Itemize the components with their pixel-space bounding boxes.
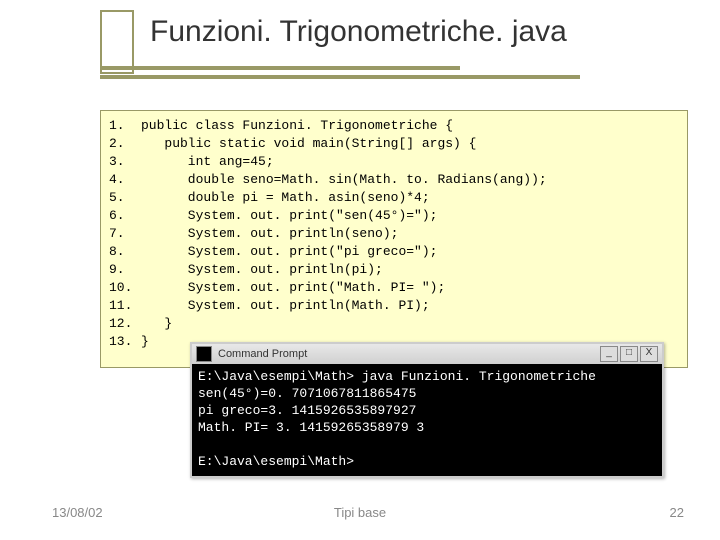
line-number: 3. <box>109 153 141 171</box>
line-number: 10. <box>109 279 141 297</box>
code-line: 7. System. out. println(seno); <box>109 225 679 243</box>
terminal-output: E:\Java\esempi\Math> java Funzioni. Trig… <box>192 364 662 476</box>
line-number: 2. <box>109 135 141 153</box>
title-underline-long <box>100 75 580 79</box>
line-number: 12. <box>109 315 141 333</box>
window-titlebar[interactable]: Command Prompt _ □ X <box>192 344 662 364</box>
code-line: 11. System. out. println(Math. PI); <box>109 297 679 315</box>
line-number: 11. <box>109 297 141 315</box>
line-number: 9. <box>109 261 141 279</box>
cmd-icon <box>196 346 212 362</box>
code-line: 10. System. out. print("Math. PI= "); <box>109 279 679 297</box>
command-prompt-window: Command Prompt _ □ X E:\Java\esempi\Math… <box>190 342 664 478</box>
code-line: 4. double seno=Math. sin(Math. to. Radia… <box>109 171 679 189</box>
close-button[interactable]: X <box>640 346 658 362</box>
footer-center: Tipi base <box>0 505 720 520</box>
code-text: } <box>141 315 679 333</box>
code-text: System. out. print("pi greco="); <box>141 243 679 261</box>
slide-title: Funzioni. Trigonometriche. java <box>150 15 567 49</box>
code-text: System. out. print("Math. PI= "); <box>141 279 679 297</box>
line-number: 1. <box>109 117 141 135</box>
code-text: public static void main(String[] args) { <box>141 135 679 153</box>
code-line: 5. double pi = Math. asin(seno)*4; <box>109 189 679 207</box>
code-text: double pi = Math. asin(seno)*4; <box>141 189 679 207</box>
window-title: Command Prompt <box>218 348 307 360</box>
line-number: 8. <box>109 243 141 261</box>
line-number: 5. <box>109 189 141 207</box>
line-number: 4. <box>109 171 141 189</box>
minimize-button[interactable]: _ <box>600 346 618 362</box>
code-text: System. out. println(pi); <box>141 261 679 279</box>
title-underline-short <box>100 66 460 70</box>
line-number: 7. <box>109 225 141 243</box>
code-line: 1.public class Funzioni. Trigonometriche… <box>109 117 679 135</box>
code-text: public class Funzioni. Trigonometriche { <box>141 117 679 135</box>
code-line: 6. System. out. print("sen(45°)="); <box>109 207 679 225</box>
footer-page-number: 22 <box>670 505 684 520</box>
code-text: double seno=Math. sin(Math. to. Radians(… <box>141 171 679 189</box>
code-line: 8. System. out. print("pi greco="); <box>109 243 679 261</box>
line-number: 13. <box>109 333 141 351</box>
code-line: 3. int ang=45; <box>109 153 679 171</box>
code-text: System. out. print("sen(45°)="); <box>141 207 679 225</box>
code-text: int ang=45; <box>141 153 679 171</box>
title-accent-box <box>100 10 134 74</box>
maximize-button[interactable]: □ <box>620 346 638 362</box>
code-block: 1.public class Funzioni. Trigonometriche… <box>100 110 688 368</box>
code-text: System. out. println(Math. PI); <box>141 297 679 315</box>
code-line: 9. System. out. println(pi); <box>109 261 679 279</box>
code-line: 2. public static void main(String[] args… <box>109 135 679 153</box>
line-number: 6. <box>109 207 141 225</box>
code-text: System. out. println(seno); <box>141 225 679 243</box>
code-line: 12. } <box>109 315 679 333</box>
